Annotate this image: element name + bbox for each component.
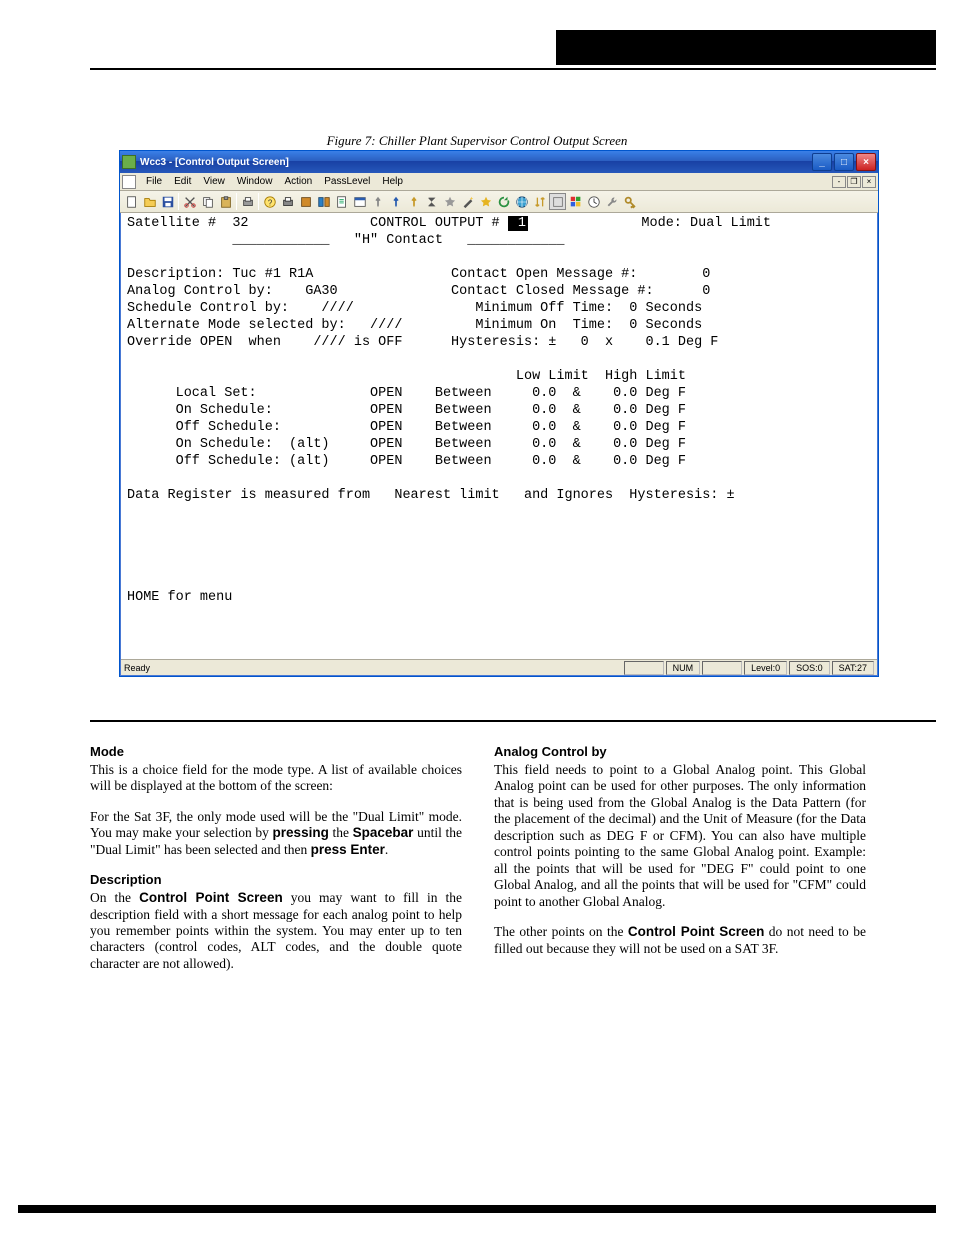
close-button[interactable]: × bbox=[856, 153, 876, 171]
status-sos: SOS:0 bbox=[789, 661, 830, 675]
menu-passlevel[interactable]: PassLevel bbox=[318, 176, 376, 187]
rule-mid bbox=[90, 720, 936, 722]
menu-bar: File Edit View Window Action PassLevel H… bbox=[120, 173, 878, 191]
mdi-restore[interactable]: ❐ bbox=[847, 176, 861, 188]
menu-edit[interactable]: Edit bbox=[168, 176, 197, 187]
wand-icon[interactable] bbox=[459, 193, 476, 210]
left-column: Mode This is a choice field for the mode… bbox=[90, 744, 462, 986]
terminal-content: Satellite # 32 CONTROL OUTPUT # 1 Mode: … bbox=[121, 213, 877, 659]
refresh-icon[interactable] bbox=[495, 193, 512, 210]
description-p1: On the Control Point Screen you may want… bbox=[90, 890, 462, 972]
mdi-icon bbox=[122, 175, 136, 189]
mdi-close[interactable]: × bbox=[862, 176, 876, 188]
save-icon[interactable] bbox=[159, 193, 176, 210]
help-icon[interactable]: ? bbox=[261, 193, 278, 210]
print-icon[interactable] bbox=[239, 193, 256, 210]
app-window: Wcc3 - [Control Output Screen] _ □ × Fil… bbox=[119, 150, 879, 677]
globe-icon[interactable] bbox=[513, 193, 530, 210]
frame-icon[interactable] bbox=[549, 193, 566, 210]
status-ready: Ready bbox=[124, 663, 150, 673]
both-icon[interactable] bbox=[315, 193, 332, 210]
flag-icon[interactable] bbox=[567, 193, 584, 210]
title-bar: Wcc3 - [Control Output Screen] _ □ × bbox=[120, 151, 878, 173]
pin-gold-icon[interactable] bbox=[405, 193, 422, 210]
paste-icon[interactable] bbox=[217, 193, 234, 210]
sort-icon[interactable] bbox=[531, 193, 548, 210]
status-bar: Ready NUM Level:0 SOS:0 SAT:27 bbox=[121, 659, 877, 675]
minimize-button[interactable]: _ bbox=[812, 153, 832, 171]
analog-heading: Analog Control by bbox=[494, 744, 866, 760]
right-column: Analog Control by This field needs to po… bbox=[494, 744, 866, 986]
analog-p1: This field needs to point to a Global An… bbox=[494, 762, 866, 910]
mdi-minimize[interactable]: - bbox=[832, 176, 846, 188]
book-icon[interactable] bbox=[297, 193, 314, 210]
copy-icon[interactable] bbox=[199, 193, 216, 210]
pin-gray-icon[interactable] bbox=[369, 193, 386, 210]
figure-caption: Figure 7: Chiller Plant Supervisor Contr… bbox=[0, 133, 954, 149]
rule-top bbox=[90, 68, 936, 70]
mode-p2: For the Sat 3F, the only mode used will … bbox=[90, 809, 462, 858]
open-icon[interactable] bbox=[141, 193, 158, 210]
toolbar: ? bbox=[120, 191, 878, 213]
window-title: Wcc3 - [Control Output Screen] bbox=[140, 157, 812, 168]
app-icon bbox=[122, 155, 136, 169]
body-columns: Mode This is a choice field for the mode… bbox=[90, 744, 866, 986]
status-sat: SAT:27 bbox=[832, 661, 874, 675]
status-level: Level:0 bbox=[744, 661, 787, 675]
menu-action[interactable]: Action bbox=[278, 176, 318, 187]
svg-text:?: ? bbox=[267, 198, 272, 207]
menu-view[interactable]: View bbox=[197, 176, 231, 187]
description-heading: Description bbox=[90, 872, 462, 888]
header-black-box bbox=[556, 30, 936, 65]
print2-icon[interactable] bbox=[279, 193, 296, 210]
pin-blue-icon[interactable] bbox=[387, 193, 404, 210]
star-gray-icon[interactable] bbox=[441, 193, 458, 210]
mode-heading: Mode bbox=[90, 744, 462, 760]
sigma-icon[interactable] bbox=[423, 193, 440, 210]
script-icon[interactable] bbox=[333, 193, 350, 210]
menu-window[interactable]: Window bbox=[231, 176, 279, 187]
cut-icon[interactable] bbox=[181, 193, 198, 210]
window-icon[interactable] bbox=[351, 193, 368, 210]
clock-icon[interactable] bbox=[585, 193, 602, 210]
mode-p1: This is a choice field for the mode type… bbox=[90, 762, 462, 795]
new-icon[interactable] bbox=[123, 193, 140, 210]
menu-file[interactable]: File bbox=[140, 176, 168, 187]
key-icon[interactable] bbox=[621, 193, 638, 210]
star-gold-icon[interactable] bbox=[477, 193, 494, 210]
analog-p2: The other points on the Control Point Sc… bbox=[494, 924, 866, 957]
menu-help[interactable]: Help bbox=[376, 176, 409, 187]
maximize-button[interactable]: □ bbox=[834, 153, 854, 171]
rule-bottom bbox=[18, 1205, 936, 1213]
status-num: NUM bbox=[666, 661, 701, 675]
wrench-icon[interactable] bbox=[603, 193, 620, 210]
